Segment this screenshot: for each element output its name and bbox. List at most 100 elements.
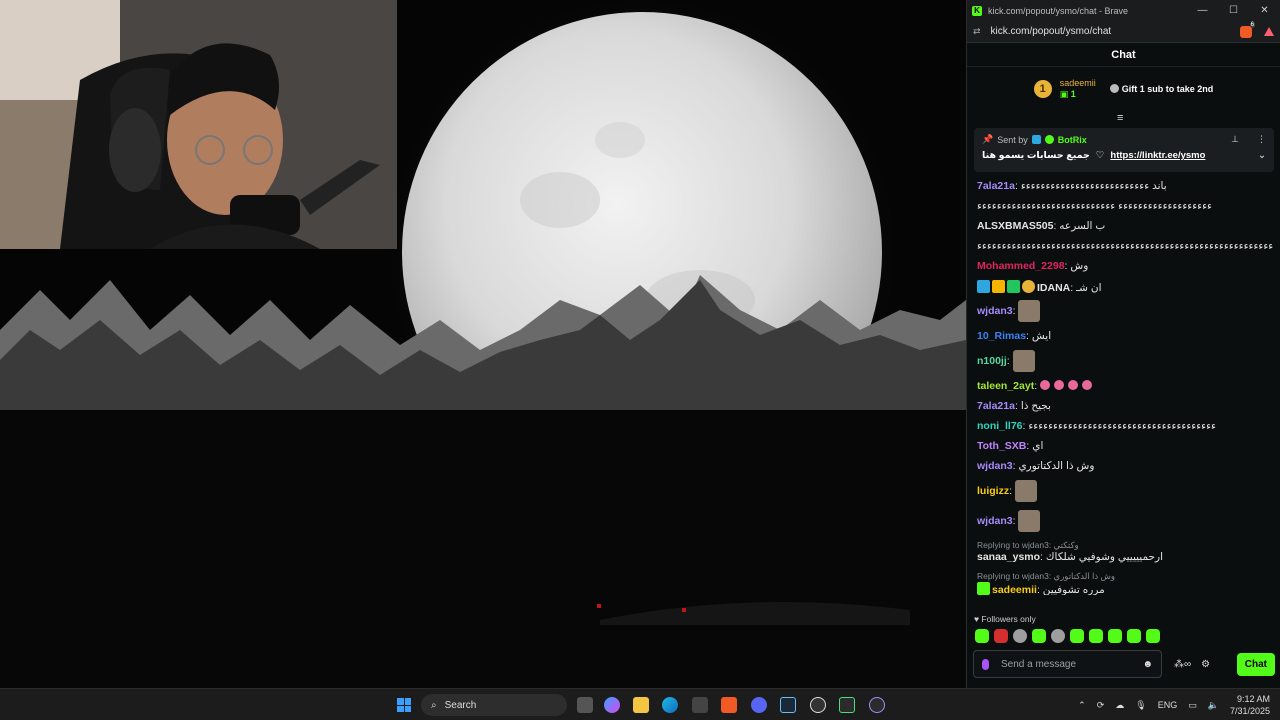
- chat-message[interactable]: 7ala21a: بجيح ذا: [977, 400, 1273, 413]
- chat-username[interactable]: n100jj: [977, 355, 1007, 367]
- language-indicator[interactable]: ENG: [1158, 700, 1178, 710]
- quick-emote-bar[interactable]: [975, 629, 1160, 643]
- address-bar[interactable]: ⇄ kick.com/popout/ysmo/chat 6: [967, 21, 1280, 43]
- chat-message[interactable]: wjdan3: وش ذا الدكتاتوري: [977, 460, 1273, 473]
- chevron-up-icon[interactable]: ⌃: [1078, 700, 1086, 711]
- chat-username[interactable]: wjdan3: [977, 460, 1013, 472]
- obs-icon[interactable]: [810, 697, 826, 713]
- close-button[interactable]: ✕: [1249, 5, 1280, 16]
- chat-message[interactable]: n100jj:: [977, 350, 1273, 373]
- mic-icon[interactable]: [982, 658, 989, 670]
- reply-context[interactable]: Replying to wjdan3: وكتكتي: [977, 540, 1273, 551]
- bot-name[interactable]: BotRix: [1058, 135, 1087, 145]
- chat-message[interactable]: wjdan3:: [977, 300, 1273, 323]
- chevron-down-icon[interactable]: ⌄: [1258, 150, 1266, 161]
- cloud-off-icon[interactable]: ☁: [1115, 700, 1124, 711]
- chat-message[interactable]: 7ala21a: باند ءءءءءءءءءءءءءءءءءءءءءءءءءء: [977, 180, 1273, 193]
- chat-message[interactable]: sadeemii: مرره تشوفيين: [977, 582, 1273, 595]
- taskbar-search[interactable]: ⌕ Search: [421, 694, 567, 716]
- maximize-button[interactable]: ☐: [1218, 5, 1249, 16]
- emote-dot-icon[interactable]: [1054, 380, 1065, 390]
- kicks-icon[interactable]: ⁂∞: [1174, 659, 1191, 670]
- chat-message[interactable]: noni_ll76: ءءءءءءءءءءءءءءءءءءءءءءءءءءءءء…: [977, 420, 1273, 433]
- unpin-icon[interactable]: ⊥: [1231, 134, 1239, 145]
- emote-image[interactable]: [1018, 300, 1041, 323]
- app-icon[interactable]: [869, 697, 885, 713]
- emote-image[interactable]: [1018, 510, 1041, 533]
- emote-dot-icon[interactable]: [1082, 380, 1093, 390]
- chat-message[interactable]: Toth_SXB: اي: [977, 440, 1273, 453]
- chat-message[interactable]: ءءءءءءءءءءءءءءءءءءء ءءءءءءءءءءءءءءءءءءءء…: [977, 200, 1273, 213]
- emote-4[interactable]: [1032, 629, 1046, 643]
- chat-filter-icon[interactable]: ≡: [1117, 112, 1123, 124]
- chat-messages[interactable]: 7ala21a: باند ءءءءءءءءءءءءءءءءءءءءءءءءءء…: [977, 180, 1273, 602]
- volume-icon[interactable]: 🔈: [1208, 700, 1219, 711]
- gift-leaderboard[interactable]: 1 sadeemii ▣ 1 Gift 1 sub to take 2nd: [967, 67, 1280, 107]
- chat-username[interactable]: ALSXBMAS505: [977, 220, 1053, 232]
- more-options-icon[interactable]: ⋮: [1257, 134, 1266, 145]
- reply-context[interactable]: Replying to wjdan3: وش ذا الدكتاتوري: [977, 571, 1273, 582]
- emote-7[interactable]: [1089, 629, 1103, 643]
- gift-sub-button[interactable]: Gift 1 sub to take 2nd: [1109, 84, 1213, 94]
- emote-9[interactable]: [1127, 629, 1141, 643]
- chat-username[interactable]: sadeemii: [992, 584, 1037, 595]
- emote-dot-icon[interactable]: [1040, 380, 1051, 390]
- chat-username[interactable]: wjdan3: [977, 515, 1013, 527]
- emote-8[interactable]: [1108, 629, 1122, 643]
- chat-message[interactable]: 10_Rimas: ايش: [977, 330, 1273, 343]
- emote-image[interactable]: [1014, 480, 1037, 503]
- chat-username[interactable]: 10_Rimas: [977, 330, 1026, 342]
- chat-username[interactable]: IDANA: [1037, 282, 1070, 293]
- pinned-message[interactable]: 📌 Sent by BotRix ⊥ ⋮ جميع حسابات يسمو هن…: [974, 128, 1274, 172]
- chat-message[interactable]: IDANA: ان شـ: [977, 280, 1273, 293]
- settings-gear-icon[interactable]: ⚙: [1201, 659, 1210, 670]
- stream-video[interactable]: [0, 0, 966, 688]
- chat-message[interactable]: Mohammed_2298: وش: [977, 260, 1273, 273]
- emote-5[interactable]: [1051, 629, 1065, 643]
- file-explorer-icon[interactable]: [633, 697, 649, 713]
- chat-username[interactable]: taleen_2ayt: [977, 380, 1034, 392]
- sync-icon[interactable]: ⟳: [1097, 700, 1105, 711]
- chat-message[interactable]: sanaa_ysmo: ارحميييييي وشوفيي شلكاك: [977, 551, 1273, 564]
- emote-6[interactable]: [1070, 629, 1084, 643]
- steam-icon[interactable]: [780, 697, 796, 713]
- chat-message[interactable]: wjdan3:: [977, 510, 1273, 533]
- chat-message[interactable]: taleen_2ayt:: [977, 380, 1273, 393]
- chat-username[interactable]: Toth_SXB: [977, 440, 1026, 452]
- emote-dot-icon[interactable]: [1068, 380, 1079, 390]
- emote-3[interactable]: [1013, 629, 1027, 643]
- emote-10[interactable]: [1146, 629, 1160, 643]
- emoji-icon[interactable]: ☻: [1142, 659, 1153, 670]
- chat-username[interactable]: luigizz: [977, 485, 1009, 497]
- chat-username[interactable]: Mohammed_2298: [977, 260, 1065, 272]
- site-settings-icon[interactable]: ⇄: [973, 26, 981, 37]
- clock[interactable]: 9:12 AM 7/31/2025: [1230, 693, 1270, 717]
- emote-2[interactable]: [994, 629, 1008, 643]
- chat-username[interactable]: 7ala21a: [977, 400, 1015, 412]
- chat-message[interactable]: ءءءءءءءءءءءءءءءءءءءءءءءءءءءءءءءءءءءءءءءء…: [977, 240, 1273, 253]
- discord-icon[interactable]: [751, 697, 767, 713]
- url-text[interactable]: kick.com/popout/ysmo/chat: [991, 26, 1112, 37]
- chat-username[interactable]: 7ala21a: [977, 180, 1015, 192]
- edge-icon[interactable]: [662, 697, 678, 713]
- copilot-icon[interactable]: [604, 697, 620, 713]
- network-icon[interactable]: ▭: [1188, 700, 1197, 711]
- windows-start-icon[interactable]: [397, 698, 411, 712]
- chat-message[interactable]: luigizz:: [977, 480, 1273, 503]
- task-view-icon[interactable]: [577, 697, 593, 713]
- chat-username[interactable]: sanaa_ysmo: [977, 551, 1040, 563]
- brave-shields-icon[interactable]: 6: [1240, 21, 1255, 38]
- mic-tray-icon[interactable]: 🎙: [1135, 700, 1146, 711]
- send-chat-button[interactable]: Chat: [1236, 652, 1275, 676]
- emote-image[interactable]: [1012, 350, 1035, 373]
- xbox-icon[interactable]: [839, 697, 855, 713]
- store-icon[interactable]: [692, 697, 708, 713]
- message-input[interactable]: Send a message ☻: [973, 650, 1162, 678]
- chat-username[interactable]: wjdan3: [977, 305, 1013, 317]
- brave-app-icon[interactable]: [721, 697, 737, 713]
- emote-1[interactable]: [975, 629, 989, 643]
- brave-rewards-icon[interactable]: [1264, 27, 1274, 36]
- chat-username[interactable]: noni_ll76: [977, 420, 1023, 432]
- minimize-button[interactable]: —: [1187, 5, 1218, 16]
- chat-message[interactable]: ALSXBMAS505: ب السرعه: [977, 220, 1273, 233]
